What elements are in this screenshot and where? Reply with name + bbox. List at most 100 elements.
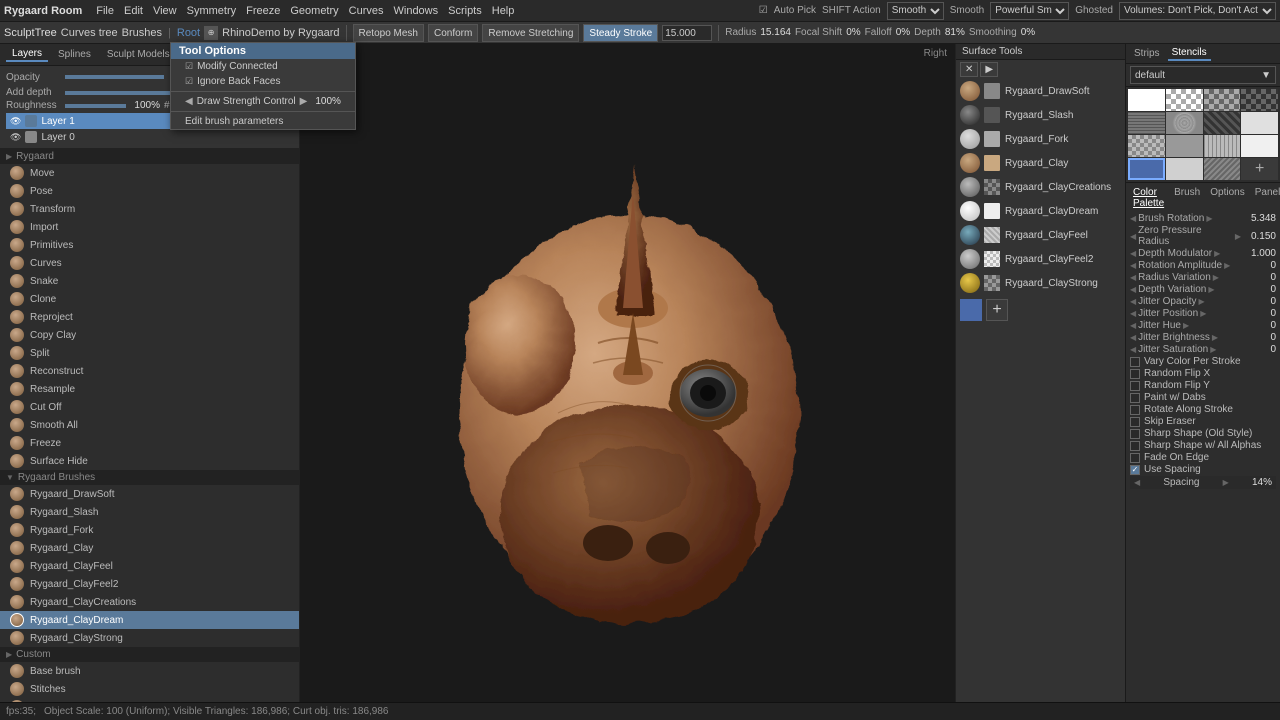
brush-slash[interactable]: Rygaard_Slash [0, 503, 299, 521]
sculpt-tree-label[interactable]: SculptTree [4, 27, 57, 39]
bo-tab-options[interactable]: Options [1207, 186, 1247, 210]
menu-file[interactable]: File [96, 5, 114, 17]
dropdown-ignore-back-faces[interactable]: ☑ Ignore Back Faces [171, 74, 355, 89]
menu-help[interactable]: Help [492, 5, 515, 17]
mat-row-slash[interactable]: Rygaard_Slash [956, 103, 1125, 127]
add-material-btn[interactable]: + [986, 299, 1008, 321]
swatch-add[interactable]: + [1241, 158, 1278, 180]
brush-fork[interactable]: Rygaard_Fork [0, 521, 299, 539]
layer-item-0[interactable]: 👁 Layer 0 [6, 129, 293, 145]
cb-icon-fade-edge[interactable] [1130, 453, 1140, 463]
bo-tab-brush[interactable]: Brush [1171, 186, 1203, 210]
cb-fade-edge[interactable]: Fade On Edge [1130, 452, 1276, 463]
cb-icon-sharp-alphas[interactable] [1130, 441, 1140, 451]
menu-curves[interactable]: Curves [349, 5, 384, 17]
swatch-white[interactable] [1128, 89, 1165, 111]
brush-import[interactable]: Import [0, 218, 299, 236]
cb-icon-rotate-stroke[interactable] [1130, 405, 1140, 415]
cb-icon-use-spacing[interactable] [1130, 465, 1140, 475]
brush-freeze[interactable]: Freeze [0, 434, 299, 452]
brush-reconstruct[interactable]: Reconstruct [0, 362, 299, 380]
swatch-gray-pattern[interactable] [1128, 135, 1165, 157]
cb-icon-flip-y[interactable] [1130, 381, 1140, 391]
steady-stroke-btn[interactable]: Steady Stroke [583, 24, 658, 42]
cb-vary-color[interactable]: Vary Color Per Stroke [1130, 356, 1276, 367]
swatch-white4[interactable] [1166, 158, 1203, 180]
menu-windows[interactable]: Windows [394, 5, 439, 17]
cb-skip-eraser[interactable]: Skip Eraser [1130, 416, 1276, 427]
roughness-slider[interactable] [65, 104, 126, 108]
brush-clay[interactable]: Rygaard_Clay [0, 539, 299, 557]
swatch-bump-pattern[interactable] [1166, 112, 1203, 134]
cb-random-flip-x[interactable]: Random Flip X [1130, 368, 1276, 379]
selected-color[interactable] [960, 299, 982, 321]
swatch-blue-solid[interactable] [1128, 158, 1165, 180]
brush-primitives[interactable]: Primitives [0, 236, 299, 254]
rygaard-brushes-header[interactable]: ▼ Rygaard Brushes [0, 470, 299, 485]
mat-row-clay[interactable]: Rygaard_Clay [956, 151, 1125, 175]
root-label[interactable]: Root [177, 27, 200, 39]
volumes-select[interactable]: Volumes: Don't Pick, Don't Act [1119, 2, 1276, 20]
curves-tree-label[interactable]: Curves tree [61, 27, 118, 39]
tab-sculpt-models[interactable]: Sculpt Models [101, 48, 176, 61]
menu-view[interactable]: View [153, 5, 177, 17]
swatch-bump2[interactable] [1204, 135, 1241, 157]
menu-symmetry[interactable]: Symmetry [187, 5, 237, 17]
center-viewport[interactable]: Right [300, 44, 955, 702]
menu-edit[interactable]: Edit [124, 5, 143, 17]
brush-split[interactable]: Split [0, 344, 299, 362]
brush-move[interactable]: Move [0, 164, 299, 182]
mat-row-drawsoft[interactable]: Rygaard_DrawSoft [956, 79, 1125, 103]
mat-row-claystrong[interactable]: Rygaard_ClayStrong [956, 271, 1125, 295]
swatch-dark-pattern[interactable] [1204, 112, 1241, 134]
cb-use-spacing[interactable]: Use Spacing [1130, 464, 1276, 475]
tab-stencils[interactable]: Stencils [1168, 46, 1211, 61]
swatch-checker-med[interactable] [1204, 89, 1241, 111]
brush-smooth-all[interactable]: Smooth All [0, 416, 299, 434]
remove-stretching-btn[interactable]: Remove Stretching [482, 24, 579, 42]
swatch-white3[interactable] [1241, 135, 1278, 157]
mat-row-clayfeel2[interactable]: Rygaard_ClayFeel2 [956, 247, 1125, 271]
conform-btn[interactable]: Conform [428, 24, 478, 42]
brush-clayfeel2[interactable]: Rygaard_ClayFeel2 [0, 575, 299, 593]
auto-pick-checkbox[interactable]: ☑ [759, 5, 768, 16]
cb-rotate-stroke[interactable]: Rotate Along Stroke [1130, 404, 1276, 415]
menu-freeze[interactable]: Freeze [246, 5, 280, 17]
brushes-label[interactable]: Brushes [122, 27, 162, 39]
dropdown-draw-strength[interactable]: ◀ Draw Strength Control ▶ 100% [171, 94, 355, 109]
brush-surface-hide[interactable]: Surface Hide [0, 452, 299, 470]
swatch-checker-light[interactable] [1166, 89, 1203, 111]
cb-sharp-shape-alphas[interactable]: Sharp Shape w/ All Alphas [1130, 440, 1276, 451]
powerful-select[interactable]: Powerful Sm [990, 2, 1069, 20]
preset-dropdown[interactable]: default ▼ [1130, 66, 1276, 84]
cb-icon-skip-eraser[interactable] [1130, 417, 1140, 427]
brush-copy-clay[interactable]: Copy Clay [0, 326, 299, 344]
mat-row-claydream[interactable]: Rygaard_ClayDream [956, 199, 1125, 223]
steady-stroke-value[interactable]: 15.000 [662, 25, 712, 41]
cb-icon-sharp-old[interactable] [1130, 429, 1140, 439]
cb-sharp-shape-old[interactable]: Sharp Shape (Old Style) [1130, 428, 1276, 439]
custom-section-header[interactable]: ▶ Custom [0, 647, 299, 662]
nav-left-btn[interactable]: ✕ [960, 62, 978, 77]
cb-icon-flip-x[interactable] [1130, 369, 1140, 379]
brush-transform[interactable]: Transform [0, 200, 299, 218]
tab-splines[interactable]: Splines [52, 48, 97, 61]
cb-paint-dabs[interactable]: Paint w/ Dabs [1130, 392, 1276, 403]
cb-icon-paint-dabs[interactable] [1130, 393, 1140, 403]
brush-resample[interactable]: Resample [0, 380, 299, 398]
bo-tab-color-palette[interactable]: Color Palette [1130, 186, 1167, 210]
brush-claystrong[interactable]: Rygaard_ClayStrong [0, 629, 299, 647]
brush-claycreations[interactable]: Rygaard_ClayCreations [0, 593, 299, 611]
nav-right-btn[interactable]: ▶ [980, 62, 998, 77]
cb-random-flip-y[interactable]: Random Flip Y [1130, 380, 1276, 391]
brush-drawsoft[interactable]: Rygaard_DrawSoft [0, 485, 299, 503]
brush-base-brush[interactable]: Base brush [0, 662, 299, 680]
cb-icon-vary-color[interactable] [1130, 357, 1140, 367]
brush-clone[interactable]: Clone [0, 290, 299, 308]
tab-strips[interactable]: Strips [1130, 47, 1164, 60]
dropdown-modify-connected[interactable]: ☑ Modify Connected [171, 59, 355, 74]
menu-scripts[interactable]: Scripts [448, 5, 482, 17]
swatch-dark-checker[interactable] [1241, 89, 1278, 111]
opacity-slider[interactable] [65, 75, 164, 79]
swatch-gray2[interactable] [1166, 135, 1203, 157]
